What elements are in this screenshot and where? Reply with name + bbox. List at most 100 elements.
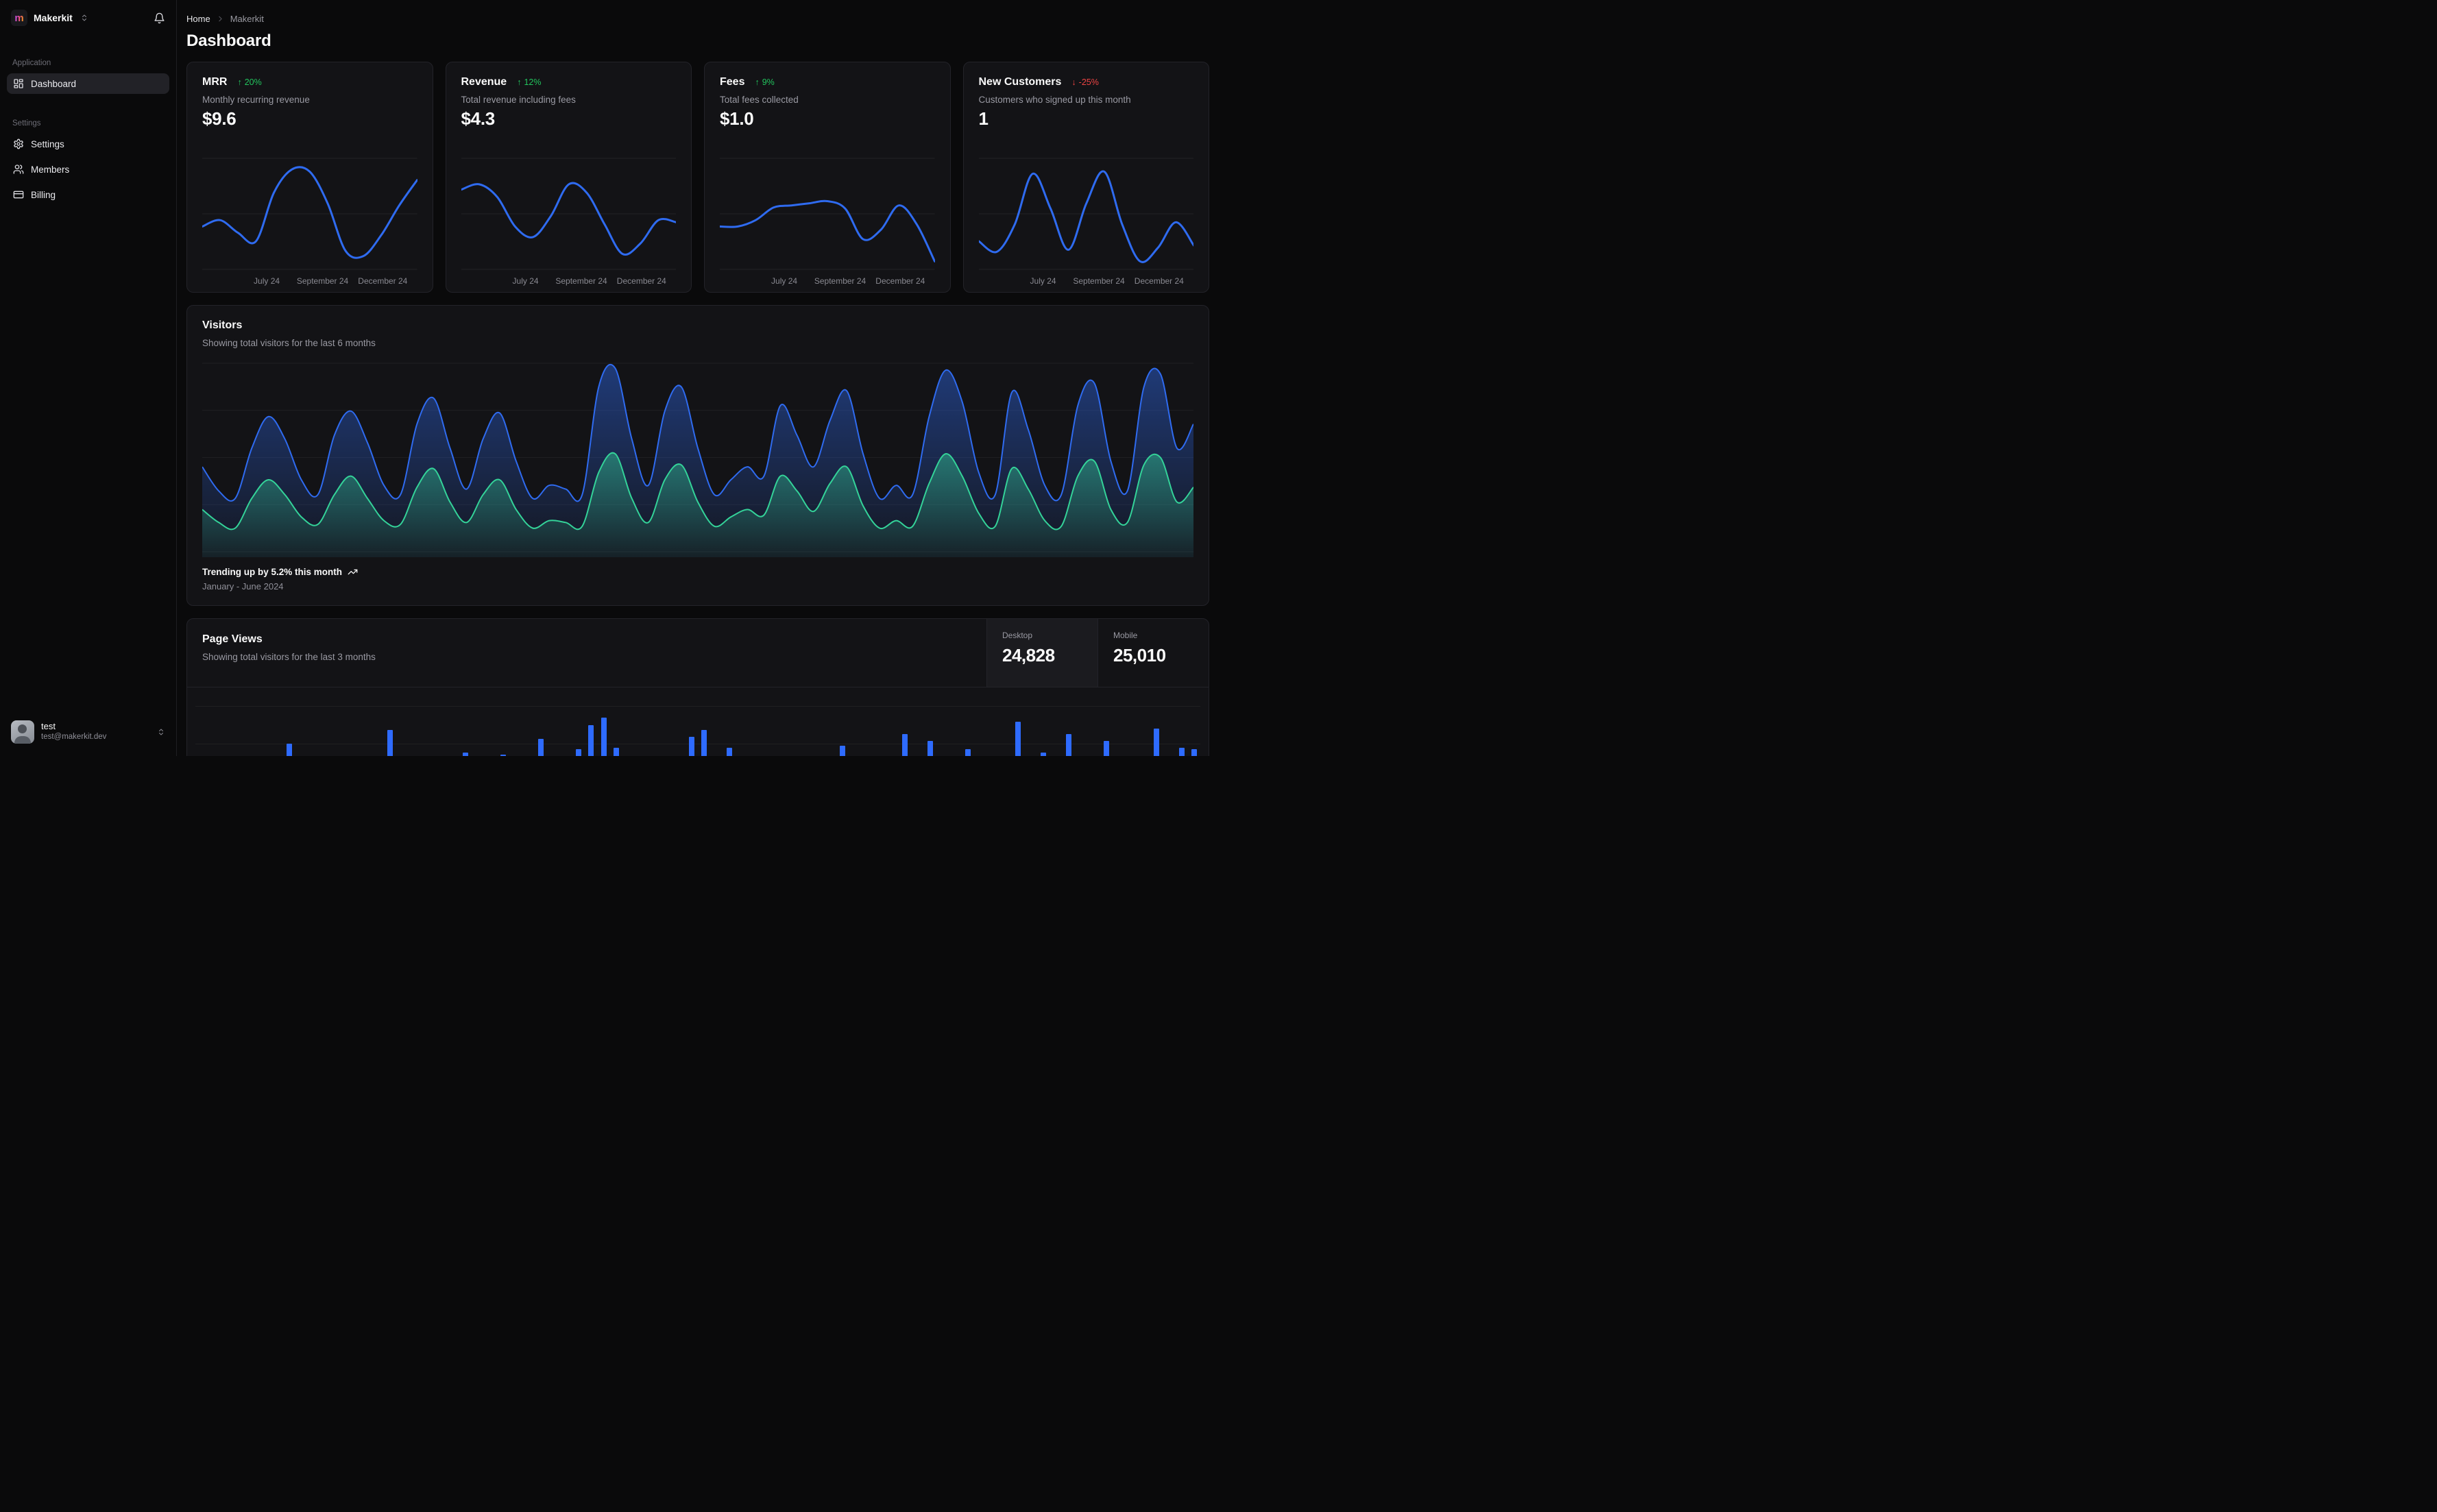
x-tick: July 24 xyxy=(254,276,280,286)
dashboard-icon xyxy=(14,79,23,88)
gear-icon xyxy=(14,138,23,149)
sparkline-chart: July 24 September 24 December 24 xyxy=(202,156,417,292)
x-tick: September 24 xyxy=(296,276,349,286)
visitors-footer-range: January - June 2024 xyxy=(202,581,284,592)
stat-value: $9.6 xyxy=(202,108,237,129)
trend-badge: ↓ -25% xyxy=(1071,77,1099,87)
sidebar-item-label: Billing xyxy=(31,189,56,200)
stat-title: New Customers xyxy=(978,76,1062,88)
page-views-header-left: Page Views Showing total visitors for th… xyxy=(187,619,986,687)
stat-card-mrr: MRR ↑ 20% Monthly recurring revenue $9.6 … xyxy=(186,62,433,293)
stat-value: 1 xyxy=(978,108,989,129)
bar xyxy=(387,730,393,756)
bar xyxy=(1040,753,1046,756)
sidebar-section-settings: Settings xyxy=(12,119,41,127)
visitors-subtitle: Showing total visitors for the last 6 mo… xyxy=(202,338,376,348)
bar xyxy=(287,744,293,756)
stat-cards-row: MRR ↑ 20% Monthly recurring revenue $9.6 … xyxy=(186,62,1209,293)
bar xyxy=(902,734,908,756)
user-email: test@makerkit.dev xyxy=(41,733,107,742)
notifications-button[interactable] xyxy=(154,12,165,24)
trend-badge: ↑ 20% xyxy=(237,77,262,87)
arrow-up-icon: ↑ xyxy=(237,77,242,87)
x-tick: July 24 xyxy=(512,276,539,286)
stat-value: $4.3 xyxy=(461,108,496,129)
sidebar-item-label: Dashboard xyxy=(31,78,77,89)
sparkline-chart: July 24 September 24 December 24 xyxy=(978,156,1193,292)
visitors-card: Visitors Showing total visitors for the … xyxy=(186,305,1209,606)
sidebar-item-settings[interactable]: Settings xyxy=(7,134,169,154)
toggle-value: 25,010 xyxy=(1113,645,1166,666)
x-tick: September 24 xyxy=(1073,276,1125,286)
bar xyxy=(1065,734,1071,756)
sidebar-item-billing[interactable]: Billing xyxy=(7,184,169,205)
x-tick: December 24 xyxy=(1134,276,1184,286)
bar xyxy=(965,749,971,756)
x-tick: December 24 xyxy=(358,276,408,286)
toggle-mobile[interactable]: Mobile 25,010 xyxy=(1098,619,1209,687)
bell-icon xyxy=(154,12,165,23)
sidebar-item-dashboard[interactable]: Dashboard xyxy=(7,73,169,94)
bar xyxy=(1015,722,1021,756)
sidebar-item-label: Settings xyxy=(31,138,64,149)
sidebar-section-application: Application xyxy=(12,59,51,67)
arrow-down-icon: ↓ xyxy=(1071,77,1076,87)
bar xyxy=(1191,749,1197,756)
visitors-footer-trend: Trending up by 5.2% this month xyxy=(202,567,1193,577)
toggle-value: 24,828 xyxy=(1002,645,1055,666)
stat-subtitle: Total fees collected xyxy=(720,95,799,105)
page-views-bar-chart xyxy=(195,687,1200,756)
bar xyxy=(613,748,619,756)
sidebar-item-label: Members xyxy=(31,164,70,175)
bar xyxy=(500,755,506,756)
visitors-area-chart xyxy=(202,363,1193,557)
x-tick: September 24 xyxy=(555,276,607,286)
visitors-title: Visitors xyxy=(202,319,243,331)
bar xyxy=(1103,741,1109,756)
breadcrumb-current: Makerkit xyxy=(230,14,264,24)
users-icon xyxy=(13,164,24,174)
bar xyxy=(726,748,732,756)
stat-card-fees: Fees ↑ 9% Total fees collected $1.0 July … xyxy=(704,62,951,293)
arrow-up-icon: ↑ xyxy=(755,77,760,87)
stat-subtitle: Total revenue including fees xyxy=(461,95,576,105)
bar xyxy=(575,749,581,756)
trend-badge: ↑ 12% xyxy=(517,77,542,87)
chevrons-up-down-icon xyxy=(159,729,163,735)
credit-card-icon xyxy=(13,191,24,199)
trend-badge: ↑ 9% xyxy=(755,77,775,87)
chevron-right-icon xyxy=(219,16,222,22)
makerkit-logo: m xyxy=(11,10,27,26)
toggle-desktop[interactable]: Desktop 24,828 xyxy=(986,619,1098,687)
arrow-up-icon: ↑ xyxy=(517,77,522,87)
sidebar: m Makerkit Application Dashboard Setting… xyxy=(0,0,177,756)
bar xyxy=(1153,729,1159,756)
page-views-subtitle: Showing total visitors for the last 3 mo… xyxy=(202,652,376,662)
breadcrumb-home-link[interactable]: Home xyxy=(186,14,210,24)
bar xyxy=(588,725,594,756)
x-tick: July 24 xyxy=(771,276,798,286)
user-meta: test test@makerkit.dev xyxy=(41,720,107,742)
stat-card-new-customers: New Customers ↓ -25% Customers who signed… xyxy=(962,62,1209,293)
chevrons-up-down-icon xyxy=(82,14,86,21)
main-content: Home Makerkit Dashboard MRR ↑ 20% Monthly… xyxy=(177,0,1219,756)
x-tick: September 24 xyxy=(814,276,866,286)
page-views-title: Page Views xyxy=(202,633,263,645)
trending-up-icon xyxy=(348,569,358,575)
toggle-label: Mobile xyxy=(1113,631,1138,640)
page-views-header: Page Views Showing total visitors for th… xyxy=(187,619,1209,687)
sidebar-item-members[interactable]: Members xyxy=(7,159,169,180)
stat-title: MRR xyxy=(202,76,228,88)
page-title: Dashboard xyxy=(186,32,271,50)
stat-card-revenue: Revenue ↑ 12% Total revenue including fee… xyxy=(445,62,692,293)
stat-title: Revenue xyxy=(461,76,507,88)
workspace-selector[interactable]: m Makerkit xyxy=(7,8,169,27)
stat-subtitle: Monthly recurring revenue xyxy=(202,95,310,105)
workspace-name: Makerkit xyxy=(34,12,73,23)
user-menu[interactable]: test test@makerkit.dev xyxy=(7,718,169,746)
page-views-card: Page Views Showing total visitors for th… xyxy=(186,618,1209,756)
bar xyxy=(839,746,845,756)
stat-value: $1.0 xyxy=(720,108,754,129)
app-window: m Makerkit Application Dashboard Setting… xyxy=(0,0,1219,756)
user-name: test xyxy=(41,720,56,731)
